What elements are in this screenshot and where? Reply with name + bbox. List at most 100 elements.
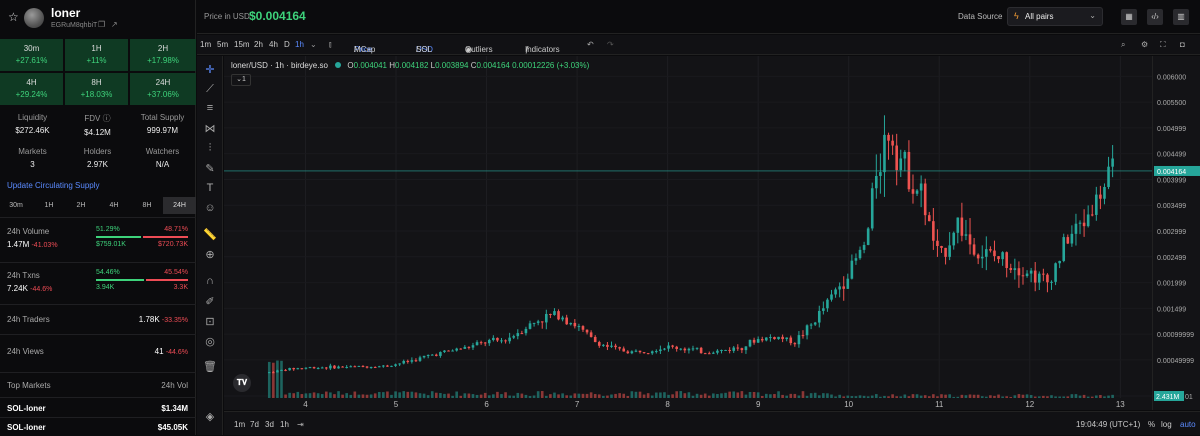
fullscreen-icon[interactable]: ⛶ — [1160, 40, 1166, 50]
token-header: ☆ loner EGRuM8qhbiT ❐ ↗ — [0, 0, 195, 38]
zoom-icon[interactable]: ⌕ — [1121, 40, 1125, 50]
tab-4h[interactable]: 4H — [98, 197, 130, 214]
auto-toggle[interactable]: auto — [1180, 420, 1196, 429]
visibility-icon[interactable]: ◎ — [202, 335, 218, 348]
layers-icon[interactable]: ◈ — [202, 410, 218, 423]
camera-icon[interactable]: ◘ — [1180, 40, 1185, 49]
log-toggle[interactable]: log — [1161, 420, 1172, 429]
price-change-4h[interactable]: 4H +29.24% — [0, 73, 63, 105]
price-change-1h[interactable]: 1H +11% — [65, 39, 128, 71]
draw-lock-icon[interactable]: ✐ — [202, 295, 218, 308]
lock-icon[interactable]: ⊡ — [202, 315, 218, 328]
sidebar-toggle-icon[interactable]: ▥ — [1173, 9, 1189, 25]
tab-24h[interactable]: 24H — [163, 197, 196, 214]
interval-1h[interactable]: 1h — [295, 40, 304, 49]
volume-bar — [1062, 396, 1066, 398]
crosshair-icon[interactable]: ✛ — [202, 63, 218, 76]
volume-tick-label: 01 — [1185, 394, 1193, 401]
price-change-8h[interactable]: 8H +18.03% — [65, 73, 128, 105]
volume-bar — [813, 392, 817, 398]
interval-5m[interactable]: 5m — [217, 40, 228, 49]
tab-30m[interactable]: 30m — [0, 197, 32, 214]
star-icon[interactable]: ☆ — [8, 10, 19, 24]
market-row[interactable]: SOL-loner $45.05K — [0, 417, 196, 436]
tab-2h[interactable]: 2H — [65, 197, 97, 214]
candle-body — [312, 367, 316, 369]
fib-icon[interactable]: ⫶ — [202, 142, 218, 155]
candle-body — [985, 249, 988, 257]
chevron-down-icon[interactable]: ⌄ — [310, 40, 317, 49]
update-supply-link[interactable]: Update Circulating Supply — [7, 181, 100, 190]
data-source-select[interactable]: ϟ All pairs ⌄ — [1007, 7, 1103, 26]
undo-icon[interactable]: ↶ — [587, 40, 594, 49]
trash-icon[interactable]: 🗑 — [202, 360, 218, 373]
volume-bar — [985, 396, 988, 398]
copy-icon[interactable]: ❐ — [98, 20, 105, 29]
zoom-in-icon[interactable]: ⊕ — [202, 248, 218, 261]
text-icon[interactable]: T — [202, 182, 218, 194]
magnet-icon[interactable]: ∩ — [202, 275, 218, 287]
trendline-icon[interactable]: ⟋ — [202, 83, 218, 96]
volume-bar — [614, 393, 617, 398]
interval-2h[interactable]: 2h — [254, 40, 263, 49]
candle-body — [1033, 270, 1037, 283]
price-change-30m[interactable]: 30m +27.61% — [0, 39, 63, 71]
percent-toggle[interactable]: % — [1148, 420, 1155, 429]
interval-d[interactable]: D — [284, 40, 290, 49]
volume-bar — [1066, 396, 1070, 398]
candle-body — [308, 367, 312, 369]
chart-plot[interactable]: 4 5 6 7 8 9 10 11 12 13 loner/USD · 1h · birdeye.… — [224, 56, 1152, 410]
settings-icon[interactable]: ⚙ — [1141, 40, 1148, 49]
candle-body — [410, 360, 414, 362]
candle-body — [760, 339, 764, 341]
date-range-icon[interactable]: ⇥ — [297, 420, 304, 429]
volume-bar — [487, 395, 491, 398]
interval-15m[interactable]: 15m — [234, 40, 250, 49]
pc-label: 1H — [91, 44, 102, 53]
candles-icon[interactable]: ⫾ — [329, 40, 332, 50]
tab-8h[interactable]: 8H — [131, 197, 163, 214]
token-avatar — [24, 8, 44, 28]
volume-bar — [716, 393, 719, 398]
price-axis[interactable]: 0.006000 0.005500 0.004999 0.004499 0.003999… — [1152, 56, 1200, 410]
pattern-icon[interactable]: ⋈ — [202, 122, 218, 135]
range-1m[interactable]: 1m — [234, 420, 245, 429]
price-change-24h[interactable]: 24H +37.06% — [130, 73, 196, 105]
price-change-2h[interactable]: 2H +17.98% — [130, 39, 196, 71]
volume-value: 1.47M -41.03% — [7, 240, 58, 249]
volume-bar — [1095, 395, 1098, 398]
candle-body — [834, 289, 837, 295]
code-icon[interactable]: ‹/› — [1147, 9, 1163, 25]
volume-bar — [398, 392, 401, 398]
candle-body — [463, 346, 467, 349]
volume-bar — [866, 396, 870, 398]
stat-label: FDV ⓘ — [65, 113, 130, 124]
interval-4h[interactable]: 4h — [269, 40, 278, 49]
emoji-icon[interactable]: ☺ — [202, 202, 218, 214]
candle-body — [703, 353, 707, 355]
market-row[interactable]: SOL-loner $1.34M — [0, 397, 196, 417]
range-1h[interactable]: 1h — [280, 420, 289, 429]
legend-collapse-button[interactable]: ⌄1 — [231, 74, 251, 86]
range-7d[interactable]: 7d — [250, 420, 259, 429]
redo-icon[interactable]: ↷ — [607, 40, 614, 49]
volume-bar — [577, 393, 581, 398]
horizontal-lines-icon[interactable]: ≡ — [202, 102, 218, 114]
candle-body — [492, 337, 495, 341]
ruler-icon[interactable]: 📏 — [202, 228, 218, 241]
volume-bar — [267, 361, 271, 398]
range-3d[interactable]: 3d — [265, 420, 274, 429]
volume-bar — [276, 360, 279, 398]
candle-body — [365, 366, 369, 368]
candle-body — [712, 352, 715, 354]
candle-body — [353, 366, 357, 368]
info-icon[interactable]: ⓘ — [103, 114, 111, 123]
volume-buy-bar — [96, 236, 141, 238]
x-tick-label: 8 — [665, 400, 670, 409]
external-link-icon[interactable]: ↗ — [111, 20, 118, 29]
tab-1h[interactable]: 1H — [33, 197, 65, 214]
interval-1m[interactable]: 1m — [200, 40, 211, 49]
volume-bar — [989, 395, 992, 398]
brush-icon[interactable]: ✎ — [202, 162, 218, 175]
layout-icon[interactable]: ▦ — [1121, 9, 1137, 25]
